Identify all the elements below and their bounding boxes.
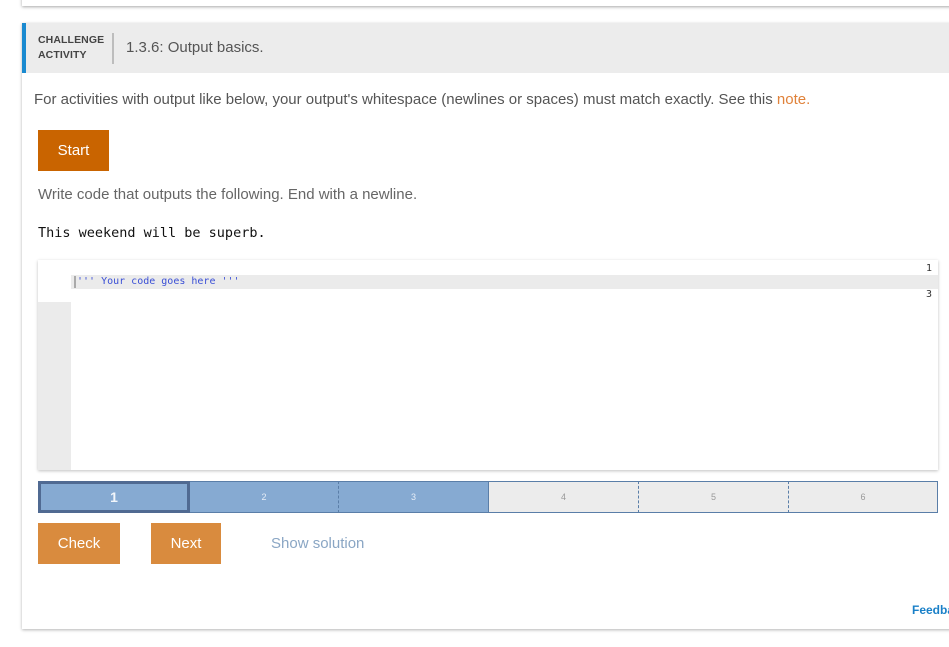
level-3[interactable]: 3 [338,481,488,513]
challenge-activity-card: CHALLENGE ACTIVITY 1.3.6: Output basics.… [22,23,949,629]
text-cursor [74,276,76,288]
line-number: 3 [925,289,932,300]
note-link[interactable]: note. [777,91,810,108]
level-progress-bar: 1 2 3 4 5 6 [38,481,938,513]
activity-type-line1: CHALLENGE [38,34,105,46]
instructions-text: For activities with output like below, y… [34,91,777,108]
next-button[interactable]: Next [151,523,221,564]
activity-title: 1.3.6: Output basics. [126,39,264,56]
feedback-link[interactable]: Feedback? [912,603,949,617]
activity-header: CHALLENGE ACTIVITY 1.3.6: Output basics. [22,23,949,73]
code-editor[interactable]: 1 2 3 ''' Your code goes here ''' [38,260,938,470]
show-solution-link[interactable]: Show solution [271,535,364,552]
expected-output: This weekend will be superb. [38,225,266,241]
instructions: For activities with output like below, y… [34,91,810,108]
check-button[interactable]: Check [38,523,120,564]
activity-type-line2: ACTIVITY [38,49,87,61]
task-prompt: Write code that outputs the following. E… [38,186,418,203]
line-number: 1 [925,263,932,274]
activity-type-label: CHALLENGE ACTIVITY [38,33,104,63]
level-6[interactable]: 6 [788,481,938,513]
level-5[interactable]: 5 [638,481,788,513]
previous-card-edge [22,0,949,6]
level-2[interactable]: 2 [190,481,338,513]
gutter-active-region [38,260,71,302]
level-1[interactable]: 1 [38,481,190,513]
level-4[interactable]: 4 [488,481,638,513]
code-line-2[interactable]: ''' Your code goes here ''' [77,275,240,289]
start-button[interactable]: Start [38,130,109,171]
header-divider [112,33,114,64]
